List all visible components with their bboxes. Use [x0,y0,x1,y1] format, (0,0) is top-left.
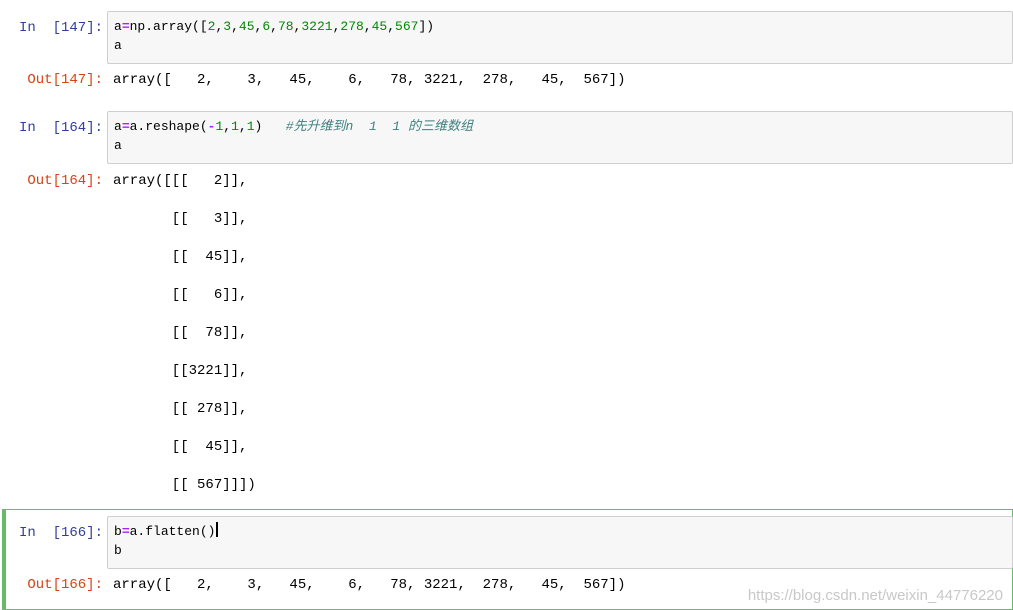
code-token: , [223,119,232,134]
code-text: a [114,38,122,53]
output-prompt: Out[164]: [27,173,103,189]
code-token: = [121,119,130,134]
output-text: array([ 2, 3, 45, 6, 78, 3221, 278, 45, … [113,72,626,88]
code-comment: #先升维到n 1 1 的三维数组 [285,119,473,134]
code-input-area[interactable]: a=a.reshape(-1,1,1) #先升维到n 1 1 的三维数组 a [107,111,1013,164]
code-token: = [121,524,130,539]
code-token: 3 [223,19,232,34]
code-token: a [114,19,122,34]
code-text: a [114,138,122,153]
code-line: a [114,36,1006,55]
input-prompt: In [166]: [18,525,103,541]
output-line: array([[[ 2]], [113,173,248,189]
code-token: ) [254,119,286,134]
code-token: , [363,19,372,34]
output-line: [[ 3]], [113,211,248,227]
code-token: b [114,524,122,539]
code-token: , [231,19,239,34]
notebook-cell-164[interactable]: In [164]: a=a.reshape(-1,1,1) #先升维到n 1 1… [0,100,1013,505]
code-input-area[interactable]: a=np.array([2,3,45,6,78,3221,278,45,567]… [107,11,1013,64]
output-line: [[3221]], [113,363,248,379]
code-token: , [238,119,247,134]
code-token: a [114,119,122,134]
output-line: [[ 278]], [113,401,248,417]
output-line: [[ 45]], [113,249,248,265]
code-token: 78 [277,19,294,34]
code-token: a.flatten() [129,524,216,539]
output-text: array([ 2, 3, 45, 6, 78, 3221, 278, 45, … [113,577,626,593]
code-line: a=a.reshape(-1,1,1) #先升维到n 1 1 的三维数组 [114,117,1006,136]
output-line: [[ 567]]]) [113,477,256,493]
code-token: ]) [418,19,435,34]
input-prompt: In [164]: [18,120,103,136]
code-line: b=a.flatten() [114,522,1006,541]
input-prompt: In [147]: [18,20,103,36]
output-prompt: Out[147]: [27,72,103,88]
output-prompt: Out[166]: [27,577,103,593]
code-token: 1 [231,119,239,134]
code-text: a=np.array([2,3,45,6,78,3221,278,45,567]… [114,19,434,34]
output-line: [[ 45]], [113,439,248,455]
code-input-area[interactable]: b=a.flatten() b [107,516,1013,569]
text-cursor [216,522,219,537]
code-token: , [270,19,278,34]
watermark: https://blog.csdn.net/weixin_44776220 [747,587,1003,604]
code-text: a=a.reshape(-1,1,1) [114,119,286,134]
code-token: 3221 [301,19,333,34]
code-token: 45 [371,19,388,34]
notebook-cell-147[interactable]: In [147]: a=np.array([2,3,45,6,78,3221,2… [0,0,1013,100]
code-line: a [114,136,1006,155]
code-token: , [387,19,396,34]
code-token: 278 [340,19,364,34]
code-token: 567 [395,19,419,34]
code-token: np.array([ [129,19,208,34]
output-line: [[ 6]], [113,287,248,303]
code-token: 6 [262,19,271,34]
code-line: b [114,541,1006,560]
output-line: [[ 78]], [113,325,248,341]
code-line: a=np.array([2,3,45,6,78,3221,278,45,567]… [114,17,1006,36]
code-token: 45 [238,19,255,34]
code-token: 1 [246,119,255,134]
code-text: b=a.flatten() [114,524,215,539]
code-text: b [114,543,122,558]
code-token: = [121,19,130,34]
code-token: a.reshape( [129,119,208,134]
